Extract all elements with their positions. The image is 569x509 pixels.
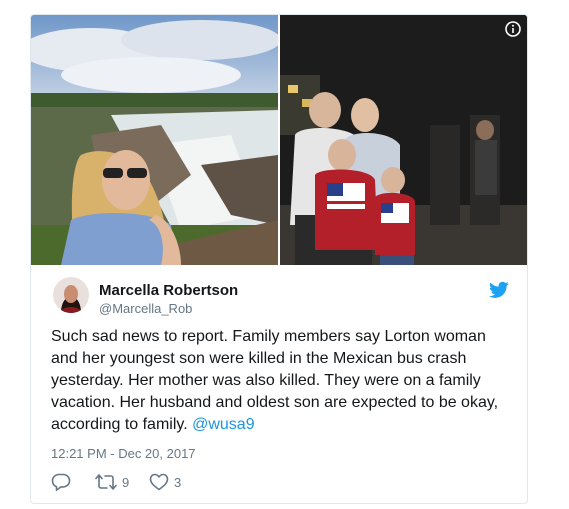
tweet-card[interactable]: Marcella Robertson @Marcella_Rob Such sa…	[30, 14, 528, 504]
tweet-body: Such sad news to report. Family members …	[51, 328, 499, 433]
photo-family-night[interactable]	[280, 15, 527, 265]
like-button[interactable]: 3	[149, 472, 181, 492]
tweet-media[interactable]	[31, 15, 527, 265]
tweet-text: Such sad news to report. Family members …	[51, 326, 511, 436]
avatar[interactable]	[53, 277, 89, 313]
twitter-bird-icon[interactable]	[489, 281, 509, 299]
reply-icon	[51, 473, 71, 491]
like-count: 3	[174, 474, 182, 490]
retweet-icon	[95, 474, 117, 490]
retweet-count: 9	[122, 474, 130, 490]
info-icon[interactable]	[505, 21, 521, 37]
retweet-button[interactable]: 9	[95, 472, 129, 492]
tweet-author: Marcella Robertson @Marcella_Rob	[53, 277, 513, 321]
tweet-timestamp[interactable]: 12:21 PM - Dec 20, 2017	[51, 446, 196, 461]
reply-button[interactable]	[51, 472, 71, 492]
mention-link[interactable]: @wusa9	[192, 416, 255, 433]
author-handle[interactable]: @Marcella_Rob	[99, 301, 192, 316]
tweet-actions: 9 3	[51, 472, 351, 492]
heart-icon	[149, 473, 169, 491]
author-name[interactable]: Marcella Robertson	[99, 282, 238, 299]
photo-waterfall-selfie[interactable]	[31, 15, 278, 265]
